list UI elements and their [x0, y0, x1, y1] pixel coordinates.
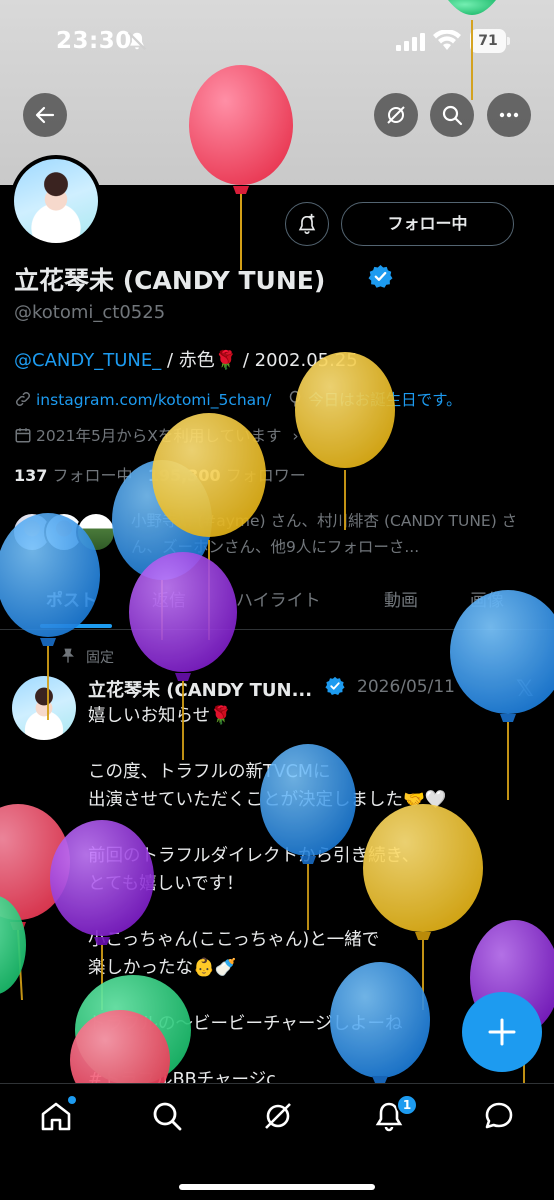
search-icon	[153, 1102, 182, 1131]
birthday-link[interactable]: 今日はお誕生日です。	[308, 391, 461, 409]
tab-videos[interactable]: 動画	[384, 586, 418, 611]
following-link[interactable]: 137 フォロー中	[14, 466, 133, 485]
battery-icon: 71	[470, 29, 506, 53]
bio-text: / 赤色🌹 / 2002.05.25	[161, 350, 358, 371]
active-tab-indicator	[40, 624, 112, 628]
tab-replies[interactable]: 返信	[152, 586, 186, 611]
status-bar: 23:30 71	[0, 0, 554, 84]
search-button[interactable]	[430, 93, 474, 137]
nav-messages[interactable]	[481, 1098, 517, 1134]
signal-icon	[396, 33, 425, 51]
following-button[interactable]: フォロー中	[341, 202, 514, 246]
home-icon	[41, 1102, 71, 1131]
bottom-navigation: 1	[0, 1083, 554, 1200]
pinned-label: 固定	[86, 650, 114, 666]
profile-tabs: ポスト 返信 ハイライト 動画 画像	[0, 572, 554, 630]
home-unread-dot	[68, 1096, 76, 1104]
post-author-avatar[interactable]	[12, 676, 76, 740]
post-author-name[interactable]: 立花琴未 (CANDY TUN...	[88, 676, 312, 702]
followers-you-know[interactable]: 小野寺... (#ayme) さん、村川緋杏 (CANDY TUNE) さん、ズ…	[131, 508, 531, 560]
balloon-icon	[289, 390, 301, 407]
followers-count: 195,300	[147, 466, 221, 485]
verified-badge-icon	[325, 676, 345, 695]
grok-icon	[387, 106, 405, 124]
pin-icon	[62, 648, 74, 663]
battery-level: 71	[478, 33, 498, 49]
search-icon	[442, 105, 463, 126]
following-count: 137	[14, 466, 48, 485]
wifi-icon	[433, 30, 461, 50]
back-button[interactable]	[23, 93, 67, 137]
display-name: 立花琴未 (CANDY TUNE)	[14, 266, 326, 295]
follow-counts: 137 フォロー中 195,300 フォロワー	[14, 462, 306, 486]
avatar-image	[14, 159, 98, 243]
tab-posts[interactable]: ポスト	[46, 586, 97, 611]
nav-grok[interactable]	[260, 1098, 296, 1134]
followed-by-avatar[interactable]	[76, 512, 116, 552]
profile-bio: @CANDY_TUNE_ / 赤色🌹 / 2002.05.25	[14, 346, 358, 372]
tab-media[interactable]: 画像	[470, 586, 504, 611]
website-link[interactable]: instagram.com/kotomi_5chan/	[36, 391, 271, 409]
nav-home[interactable]	[38, 1098, 74, 1134]
nav-search[interactable]	[149, 1098, 185, 1134]
more-icon	[499, 112, 519, 118]
notifications-button[interactable]	[285, 202, 329, 246]
followers-link[interactable]: 195,300 フォロワー	[148, 466, 306, 485]
status-time: 23:30	[56, 28, 132, 54]
notification-badge: 1	[396, 1094, 418, 1116]
grok-icon	[265, 1103, 291, 1129]
calendar-icon	[15, 428, 31, 443]
post-date[interactable]: 2026/05/11	[357, 677, 455, 697]
plus-icon	[488, 1018, 516, 1046]
joined-text: 2021年5月からXを利用しています	[36, 427, 282, 445]
compose-post-button[interactable]	[462, 992, 542, 1072]
battery-cap	[507, 37, 510, 45]
bell-plus-icon	[298, 213, 316, 234]
profile-avatar[interactable]	[10, 155, 102, 247]
joined-date: 2021年5月からXを利用しています ›	[14, 424, 299, 446]
user-handle: @kotomi_ct0525	[14, 302, 166, 323]
followers-label: フォロワー	[225, 466, 306, 485]
link-icon	[15, 391, 31, 407]
more-button[interactable]	[487, 93, 531, 137]
following-label: フォロー中	[52, 466, 133, 485]
home-indicator	[179, 1184, 375, 1190]
bio-mention-link[interactable]: @CANDY_TUNE_	[14, 350, 161, 371]
bell-off-icon	[127, 31, 147, 51]
tab-highlights[interactable]: ハイライト	[236, 586, 321, 611]
verified-badge-icon[interactable]	[368, 264, 393, 289]
profile-meta-links: instagram.com/kotomi_5chan/ 今日はお誕生日です。	[14, 388, 462, 410]
grok-button[interactable]	[374, 93, 418, 137]
x-logo-icon: 𝕏	[516, 677, 534, 702]
chat-bubble-icon	[485, 1102, 513, 1129]
chevron-right-icon[interactable]: ›	[292, 427, 298, 445]
arrow-left-icon	[35, 106, 55, 124]
